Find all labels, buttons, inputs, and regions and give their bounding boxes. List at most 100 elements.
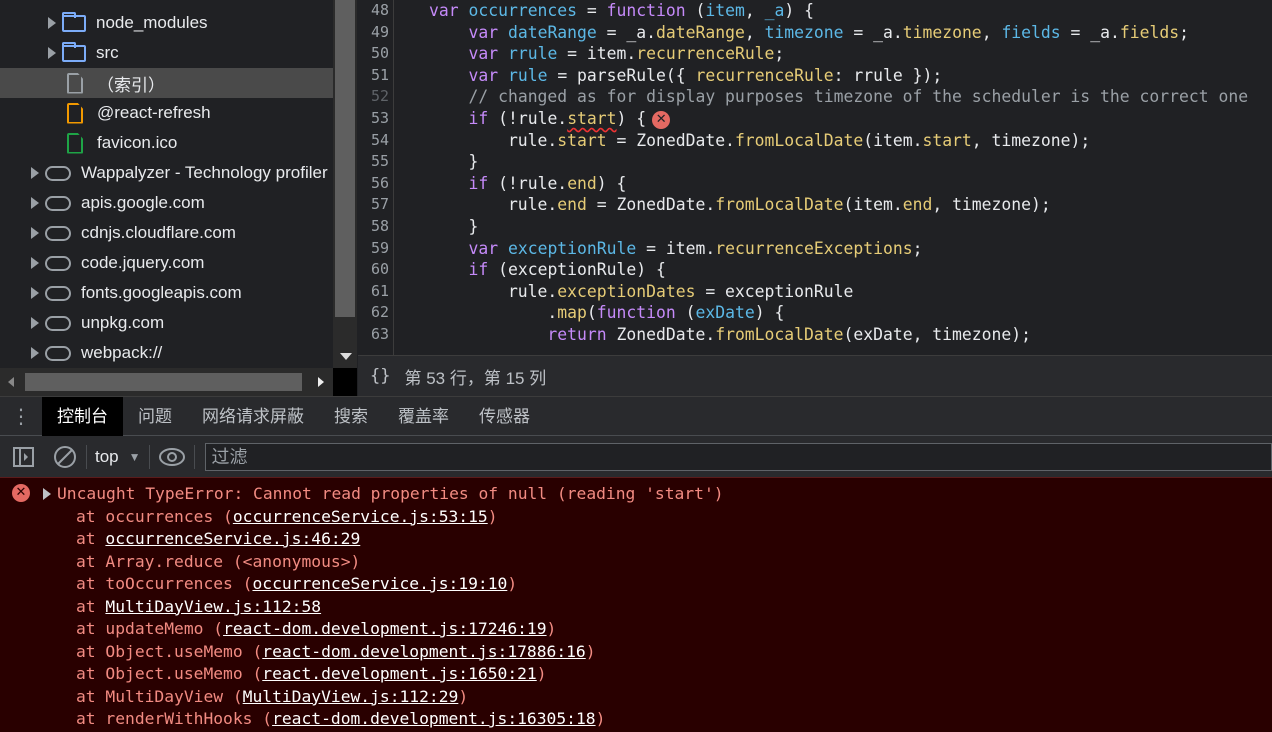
expand-arrow-icon[interactable]	[31, 317, 39, 329]
line-number[interactable]: 62	[358, 302, 393, 324]
line-number[interactable]: 50	[358, 43, 393, 65]
scroll-left-arrow-icon[interactable]	[8, 377, 14, 387]
cloud-icon	[45, 165, 71, 181]
line-number[interactable]: 49	[358, 22, 393, 44]
line-number[interactable]: 53	[358, 108, 393, 130]
line-number[interactable]: 54	[358, 130, 393, 152]
more-options-icon[interactable]: ⋮	[0, 404, 42, 429]
source-link[interactable]: MultiDayView.js:112:58	[105, 597, 321, 616]
expand-arrow-icon[interactable]	[31, 347, 39, 359]
tree-item-label: apis.google.com	[81, 193, 205, 212]
code-line[interactable]: }	[429, 151, 478, 173]
source-link[interactable]: react.development.js:1650:21	[262, 664, 536, 683]
code-line[interactable]: var dateRange = _a.dateRange, timezone =…	[429, 22, 1188, 44]
tab-2[interactable]: 网络请求屏蔽	[187, 397, 319, 436]
line-number[interactable]: 52	[358, 86, 393, 108]
code-line[interactable]: rule.exceptionDates = exceptionRule	[429, 281, 853, 303]
scroll-thumb[interactable]	[335, 0, 355, 317]
code-line[interactable]: return ZonedDate.fromLocalDate(exDate, t…	[429, 324, 1031, 346]
tree-item-label: @react-refresh	[97, 103, 211, 122]
expand-arrow-icon[interactable]	[31, 287, 39, 299]
code-line[interactable]: rule.end = ZonedDate.fromLocalDate(item.…	[429, 194, 1051, 216]
tree-item[interactable]: favicon.ico	[0, 128, 333, 158]
scroll-right-arrow-icon[interactable]	[318, 377, 324, 387]
code-editor[interactable]: 48 49 50 51 52 53 54 55 56 57 58 59 60 61 62 63 var occu…	[358, 0, 1272, 355]
code-token: dateRange	[656, 22, 745, 42]
tree-item[interactable]: cdnjs.cloudflare.com	[0, 218, 333, 248]
source-link[interactable]: occurrenceService.js:46:29	[105, 529, 360, 548]
expand-arrow-icon[interactable]	[48, 17, 56, 29]
code-token: return	[547, 325, 607, 344]
tree-item[interactable]: （索引）	[0, 68, 333, 98]
code-line[interactable]: // changed as for display purposes timez…	[429, 86, 1248, 108]
tree-item[interactable]: apis.google.com	[0, 188, 333, 218]
navigator-horizontal-scrollbar[interactable]	[0, 368, 333, 396]
code-token: = item.	[557, 44, 637, 64]
tab-1[interactable]: 问题	[123, 397, 187, 436]
code-line[interactable]: }	[429, 216, 478, 238]
tree-item[interactable]: node_modules	[0, 8, 333, 38]
pretty-print-icon[interactable]: {}	[370, 366, 390, 386]
code-token: ZonedDate.	[606, 325, 716, 344]
tree-item[interactable]: webpack://	[0, 338, 333, 368]
line-number[interactable]: 60	[358, 259, 393, 281]
line-number[interactable]: 58	[358, 216, 393, 238]
clear-console-icon[interactable]	[52, 444, 78, 470]
context-selector[interactable]: top ▼	[95, 447, 141, 467]
source-link[interactable]: MultiDayView.js:112:29	[243, 687, 459, 706]
code-token: occurrences	[468, 1, 578, 20]
line-number[interactable]: 61	[358, 281, 393, 303]
scroll-down-arrow-icon[interactable]	[340, 353, 352, 360]
source-link[interactable]: react-dom.development.js:16305:18	[272, 709, 595, 728]
expand-arrow-icon[interactable]	[31, 167, 39, 179]
code-line[interactable]: var rule = parseRule({ recurrenceRule: r…	[429, 65, 942, 87]
error-marker-icon[interactable]: ✕	[652, 110, 671, 129]
line-number[interactable]: 56	[358, 173, 393, 195]
tree-item-label: cdnjs.cloudflare.com	[81, 223, 236, 242]
line-number[interactable]: 57	[358, 194, 393, 216]
filter-input[interactable]: 过滤	[204, 442, 1272, 471]
source-link[interactable]: react-dom.development.js:17246:19	[223, 619, 546, 638]
expand-arrow-icon[interactable]	[31, 227, 39, 239]
line-number[interactable]: 51	[358, 65, 393, 87]
code-line[interactable]: var exceptionRule = item.recurrenceExcep…	[429, 238, 922, 260]
code-line[interactable]: if (exceptionRule) {	[429, 259, 665, 281]
line-number[interactable]: 48	[358, 0, 393, 22]
tab-3[interactable]: 搜索	[319, 397, 383, 436]
tree-item[interactable]: code.jquery.com	[0, 248, 333, 278]
expand-arrow-icon[interactable]	[31, 257, 39, 269]
tree-item[interactable]: fonts.googleapis.com	[0, 278, 333, 308]
tree-item[interactable]: Wappalyzer - Technology profiler	[0, 158, 333, 188]
tree-item[interactable]: src	[0, 38, 333, 68]
code-line[interactable]: if (!rule.end) {	[429, 173, 626, 195]
line-number[interactable]: 63	[358, 324, 393, 346]
cloud-icon	[45, 345, 71, 361]
source-link[interactable]: react-dom.development.js:17886:16	[262, 642, 585, 661]
expand-arrow-icon[interactable]	[48, 47, 56, 59]
code-token: _a	[764, 1, 785, 20]
code-line[interactable]: var occurrences = function (item, _a) {	[429, 0, 814, 22]
code-line[interactable]: if (!rule.start) {✕	[429, 108, 671, 130]
line-number[interactable]: 59	[358, 238, 393, 260]
tab-0[interactable]: 控制台	[42, 396, 123, 436]
tab-5[interactable]: 传感器	[464, 397, 545, 436]
sidebar-toggle-icon[interactable]	[12, 445, 36, 469]
code-token: recurrenceExceptions	[715, 238, 913, 258]
expand-arrow-icon[interactable]	[31, 197, 39, 209]
expand-triangle-icon[interactable]	[43, 488, 51, 500]
navigator-vertical-scrollbar[interactable]	[333, 0, 357, 368]
tree-item[interactable]: unpkg.com	[0, 308, 333, 338]
tree-item[interactable]: @react-refresh	[0, 98, 333, 128]
source-link[interactable]: occurrenceService.js:53:15	[233, 507, 488, 526]
code-token: map	[557, 303, 587, 323]
code-line[interactable]: .map(function (exDate) {	[429, 302, 784, 324]
line-number[interactable]: 55	[358, 151, 393, 173]
code-line[interactable]: var rrule = item.recurrenceRule;	[429, 43, 784, 65]
source-link[interactable]: occurrenceService.js:19:10	[252, 574, 507, 593]
scroll-thumb[interactable]	[25, 373, 302, 391]
stack-frame: at occurrences (occurrenceService.js:53:…	[76, 506, 498, 526]
live-expression-eye-icon[interactable]	[158, 447, 186, 467]
tab-4[interactable]: 覆盖率	[383, 397, 464, 436]
code-line[interactable]: rule.start = ZonedDate.fromLocalDate(ite…	[429, 130, 1090, 152]
